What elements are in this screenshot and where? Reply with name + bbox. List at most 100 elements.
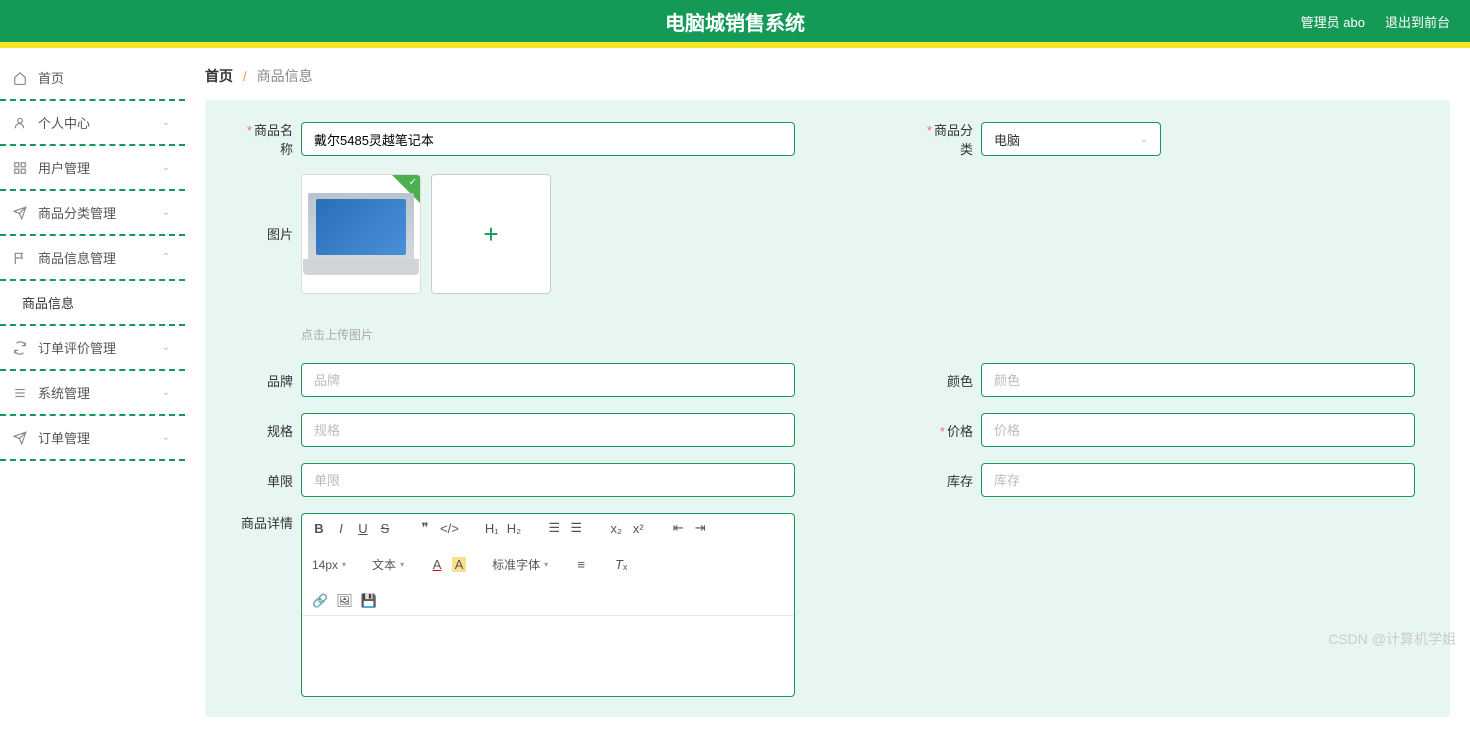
sidebar-item-label: 用户管理 <box>38 158 90 177</box>
ordered-list-button[interactable]: ☰ <box>547 520 561 536</box>
editor-body[interactable] <box>302 616 794 696</box>
form-item-color: 颜色 <box>915 363 1415 397</box>
plus-icon: + <box>483 219 498 250</box>
app-title: 电脑城销售系统 <box>665 7 805 36</box>
send-icon <box>12 205 28 221</box>
fontsize-select[interactable]: 14px▾ <box>312 558 346 572</box>
strike-button[interactable]: S <box>378 521 392 536</box>
block-select[interactable]: 文本▾ <box>372 556 404 573</box>
price-label: *价格 <box>915 421 973 440</box>
price-input[interactable] <box>981 413 1415 447</box>
image-button[interactable]: 🖼 <box>336 593 353 609</box>
sidebar-item-system[interactable]: 系统管理 ⌄ <box>0 371 185 416</box>
brand-label: 品牌 <box>235 371 293 390</box>
chevron-down-icon: ⌄ <box>162 207 170 218</box>
user-icon <box>12 115 28 131</box>
breadcrumb-sep: / <box>243 68 247 84</box>
logout-link[interactable]: 退出到前台 <box>1385 12 1450 31</box>
sidebar-item-label: 首页 <box>38 68 64 87</box>
sidebar-subitem-label: 商品信息 <box>22 296 74 311</box>
form-item-price: *价格 <box>915 413 1415 447</box>
sidebar-item-home[interactable]: 首页 <box>0 56 185 101</box>
add-image-button[interactable]: + <box>431 174 551 294</box>
category-label: *商品分类 <box>915 120 973 158</box>
sidebar-item-label: 系统管理 <box>38 383 90 402</box>
bold-button[interactable]: B <box>312 521 326 536</box>
font-color-button[interactable]: A <box>430 557 444 572</box>
uploaded-image[interactable] <box>301 174 421 294</box>
home-icon <box>12 70 28 86</box>
chevron-up-icon: ⌃ <box>162 252 170 263</box>
sidebar-subitem-product-info[interactable]: 商品信息 <box>0 281 185 326</box>
stock-input[interactable] <box>981 463 1415 497</box>
editor-toolbar: B I U S ❞ </> H₁ H₂ ☰ ☰ x₂ <box>302 514 794 616</box>
sidebar-item-label: 个人中心 <box>38 113 90 132</box>
breadcrumb-home[interactable]: 首页 <box>205 68 233 84</box>
sidebar-item-users[interactable]: 用户管理 ⌄ <box>0 146 185 191</box>
detail-label: 商品详情 <box>235 513 293 532</box>
italic-button[interactable]: I <box>334 521 348 536</box>
form-item-detail: 商品详情 B I U S ❞ </> H₁ H₂ ☰ <box>235 513 1420 697</box>
product-thumbnail <box>308 193 414 276</box>
send-icon <box>12 430 28 446</box>
form-item-limit: 单限 <box>235 463 795 497</box>
h2-button[interactable]: H₂ <box>507 521 521 536</box>
chevron-down-icon: ⌄ <box>162 117 170 128</box>
brand-input[interactable] <box>301 363 795 397</box>
breadcrumb: 首页 / 商品信息 <box>205 48 1450 100</box>
indent-button[interactable]: ⇥ <box>693 520 707 536</box>
rich-text-editor: B I U S ❞ </> H₁ H₂ ☰ ☰ x₂ <box>301 513 795 697</box>
quote-button[interactable]: ❞ <box>418 520 432 536</box>
sidebar-item-profile[interactable]: 个人中心 ⌄ <box>0 101 185 146</box>
limit-input[interactable] <box>301 463 795 497</box>
save-button[interactable]: 💾 <box>361 593 377 609</box>
unordered-list-button[interactable]: ☰ <box>569 520 583 536</box>
clear-format-button[interactable]: Tₓ <box>614 557 628 572</box>
code-button[interactable]: </> <box>440 521 459 536</box>
color-input[interactable] <box>981 363 1415 397</box>
sidebar-item-category[interactable]: 商品分类管理 ⌄ <box>0 191 185 236</box>
refresh-icon <box>12 340 28 356</box>
superscript-button[interactable]: x² <box>631 521 645 536</box>
upload-hint: 点击上传图片 <box>301 326 1420 343</box>
form-panel: *商品名称 *商品分类 电脑 ⌄ 图片 <box>205 100 1450 717</box>
product-name-label: *商品名称 <box>235 120 293 158</box>
underline-button[interactable]: U <box>356 521 370 536</box>
sidebar-item-reviews[interactable]: 订单评价管理 ⌄ <box>0 326 185 371</box>
form-item-spec: 规格 <box>235 413 795 447</box>
category-select[interactable]: 电脑 ⌄ <box>981 122 1161 156</box>
align-button[interactable]: ≡ <box>574 557 588 572</box>
watermark: CSDN @计算机学姐 <box>1328 629 1456 649</box>
category-value: 电脑 <box>994 130 1020 149</box>
flag-icon <box>12 250 28 266</box>
fontfamily-select[interactable]: 标准字体▾ <box>492 556 548 573</box>
header: 电脑城销售系统 管理员 abo 退出到前台 <box>0 0 1470 42</box>
spec-input[interactable] <box>301 413 795 447</box>
outdent-button[interactable]: ⇤ <box>671 520 685 536</box>
image-label: 图片 <box>235 174 293 243</box>
form-item-brand: 品牌 <box>235 363 795 397</box>
grid-icon <box>12 160 28 176</box>
chevron-down-icon: ⌄ <box>162 387 170 398</box>
subscript-button[interactable]: x₂ <box>609 521 623 536</box>
list-icon <box>12 385 28 401</box>
spec-label: 规格 <box>235 421 293 440</box>
bg-color-button[interactable]: A <box>452 557 466 572</box>
breadcrumb-current: 商品信息 <box>257 68 313 84</box>
sidebar-item-orders[interactable]: 订单管理 ⌄ <box>0 416 185 461</box>
chevron-down-icon: ⌄ <box>162 432 170 443</box>
sidebar-item-label: 订单评价管理 <box>38 338 116 357</box>
h1-button[interactable]: H₁ <box>485 521 499 536</box>
sidebar-item-label: 商品信息管理 <box>38 248 116 267</box>
form-item-category: *商品分类 电脑 ⌄ <box>915 120 1415 158</box>
limit-label: 单限 <box>235 471 293 490</box>
sidebar-item-product-info[interactable]: 商品信息管理 ⌃ <box>0 236 185 281</box>
admin-link[interactable]: 管理员 abo <box>1301 12 1365 31</box>
product-name-input[interactable] <box>301 122 795 156</box>
sidebar-item-label: 商品分类管理 <box>38 203 116 222</box>
link-button[interactable]: 🔗 <box>312 593 328 609</box>
chevron-down-icon: ⌄ <box>1140 134 1148 145</box>
header-right: 管理员 abo 退出到前台 <box>1301 12 1450 31</box>
form-item-image: 图片 + <box>235 174 1420 294</box>
chevron-down-icon: ⌄ <box>162 342 170 353</box>
